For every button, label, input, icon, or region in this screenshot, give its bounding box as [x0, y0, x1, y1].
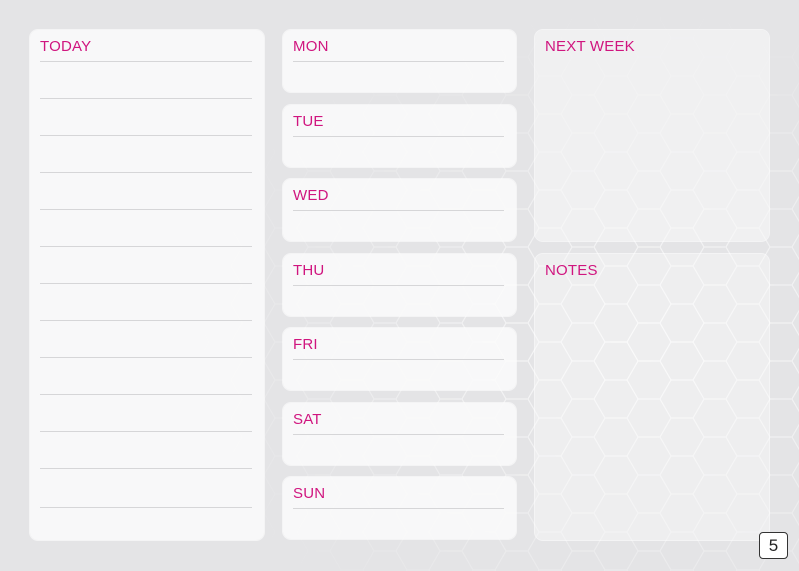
writing-line — [40, 61, 252, 62]
writing-line — [40, 135, 252, 136]
writing-line — [40, 209, 252, 210]
writing-line — [40, 246, 252, 247]
writing-line — [40, 431, 252, 432]
writing-line — [40, 394, 252, 395]
day-panel-sat: SAT — [283, 403, 516, 465]
day-title: THU — [293, 262, 325, 279]
notes-title: NOTES — [545, 262, 598, 279]
day-divider — [293, 61, 504, 62]
day-title: FRI — [293, 336, 318, 353]
day-divider — [293, 359, 504, 360]
page-number: 5 — [759, 532, 788, 559]
day-panel-tue: TUE — [283, 105, 516, 167]
day-divider — [293, 210, 504, 211]
day-panel-mon: MON — [283, 30, 516, 92]
writing-line — [40, 468, 252, 469]
next-week-panel: NEXT WEEK — [535, 30, 769, 241]
day-panel-sun: SUN — [283, 477, 516, 539]
day-divider — [293, 136, 504, 137]
writing-line — [40, 283, 252, 284]
day-title: MON — [293, 38, 329, 55]
day-title: TUE — [293, 113, 324, 130]
next-week-title: NEXT WEEK — [545, 38, 635, 55]
day-panel-fri: FRI — [283, 328, 516, 390]
day-divider — [293, 285, 504, 286]
day-title: WED — [293, 187, 329, 204]
day-title: SUN — [293, 485, 326, 502]
writing-line — [40, 98, 252, 99]
day-divider — [293, 508, 504, 509]
writing-line — [40, 507, 252, 508]
today-panel: TODAY — [30, 30, 264, 540]
day-panel-wed: WED — [283, 179, 516, 241]
notes-panel: NOTES — [535, 254, 769, 540]
today-title: TODAY — [40, 38, 92, 55]
writing-line — [40, 320, 252, 321]
day-panel-thu: THU — [283, 254, 516, 316]
day-divider — [293, 434, 504, 435]
writing-line — [40, 357, 252, 358]
writing-line — [40, 172, 252, 173]
day-title: SAT — [293, 411, 322, 428]
